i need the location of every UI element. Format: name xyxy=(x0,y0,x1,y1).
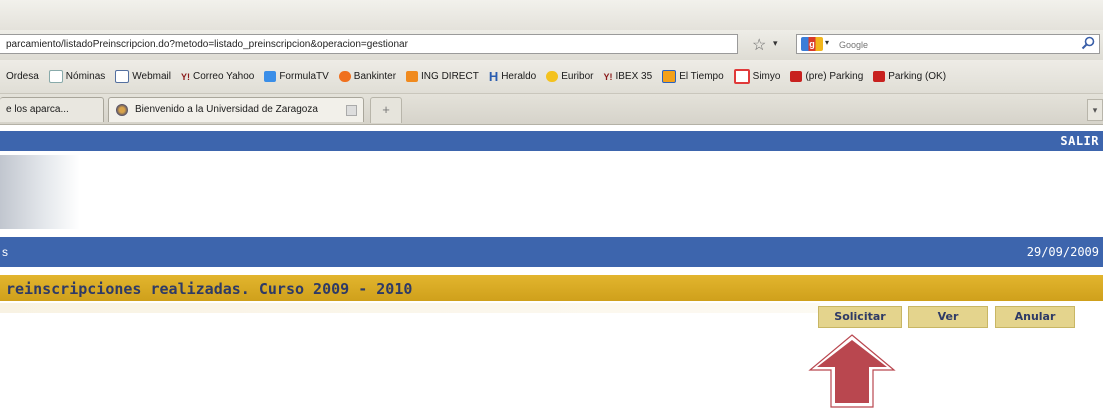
bookmark-star-icon[interactable]: ☆ xyxy=(752,35,766,55)
bookmark-pre-parking[interactable]: (pre) Parking xyxy=(790,71,863,82)
bookmark-label: Simyo xyxy=(752,71,781,82)
page-header-bar: SALIR xyxy=(0,131,1103,151)
bookmark-label: Parking (OK) xyxy=(888,71,947,82)
heraldo-icon: H xyxy=(488,69,499,84)
window-titlebar xyxy=(0,0,1103,30)
date-bar: s 29/09/2009 xyxy=(0,237,1103,267)
bookmark-label: (pre) Parking xyxy=(805,71,864,82)
site-banner xyxy=(0,151,1103,237)
bookmark-label: El Tiempo xyxy=(679,71,724,82)
parking-icon xyxy=(790,71,803,82)
arrow-up-icon xyxy=(808,334,896,408)
weather-icon xyxy=(662,70,677,83)
search-icon[interactable] xyxy=(1081,36,1095,50)
yahoo-icon: Y! xyxy=(603,71,613,82)
bookmark-label: ING DIRECT xyxy=(421,71,479,82)
bookmark-bankinter[interactable]: Bankinter xyxy=(338,71,397,82)
tab-universidad-zaragoza[interactable]: Bienvenido a la Universidad de Zaragoza xyxy=(108,97,364,122)
bookmark-formulatv[interactable]: FormulaTV xyxy=(264,71,329,82)
bookmark-el-tiempo[interactable]: El Tiempo xyxy=(662,70,724,83)
bookmark-label: Bankinter xyxy=(353,71,397,82)
current-date: 29/09/2009 xyxy=(1026,245,1099,259)
close-icon[interactable] xyxy=(346,105,357,116)
yahoo-icon: Y! xyxy=(180,71,190,82)
simyo-icon xyxy=(733,69,750,84)
university-logo xyxy=(0,155,80,229)
university-favicon-icon xyxy=(116,104,128,116)
bookmark-ing-direct[interactable]: ING DIRECT xyxy=(406,71,479,82)
tab-strip: e los aparca... Bienvenido a la Universi… xyxy=(0,94,1103,125)
bookmark-ibex35[interactable]: Y! IBEX 35 xyxy=(603,71,652,82)
section-title-bar: reinscripciones realizadas. Curso 2009 -… xyxy=(0,275,1103,301)
page-title: reinscripciones realizadas. Curso 2009 -… xyxy=(6,280,413,298)
euribor-icon xyxy=(546,71,559,82)
google-engine-icon[interactable]: g xyxy=(801,37,823,51)
bookmark-label: Webmail xyxy=(132,71,171,82)
bookmark-correo-yahoo[interactable]: Y! Correo Yahoo xyxy=(181,71,254,82)
tab-parking[interactable]: e los aparca... xyxy=(0,97,104,122)
parking-icon xyxy=(873,71,886,82)
bookmark-nominas[interactable]: Nóminas xyxy=(48,70,106,83)
ver-button[interactable]: Ver xyxy=(908,306,988,328)
tv-icon xyxy=(264,71,277,82)
solicitar-button[interactable]: Solicitar xyxy=(818,306,902,328)
new-tab-button[interactable]: + xyxy=(370,97,402,123)
table-header-row xyxy=(0,303,820,313)
tab-label: Bienvenido a la Universidad de Zaragoza xyxy=(135,104,318,115)
bookmark-label: Correo Yahoo xyxy=(192,71,255,82)
bookmark-label: Nóminas xyxy=(65,71,106,82)
chevron-down-icon[interactable]: ▾ xyxy=(773,38,778,49)
tab-list-button[interactable]: ▾ xyxy=(1087,99,1103,121)
mail-icon xyxy=(115,70,130,83)
navigation-toolbar: parcamiento/listadoPreinscripcion.do?met… xyxy=(0,30,1103,61)
chevron-down-icon[interactable]: ▾ xyxy=(825,38,829,47)
breadcrumb: s xyxy=(2,245,8,259)
bookmark-label: FormulaTV xyxy=(279,71,329,82)
bookmarks-toolbar: Ordesa Nóminas Webmail Y! Correo Yahoo Fo… xyxy=(0,60,1103,94)
address-bar[interactable]: parcamiento/listadoPreinscripcion.do?met… xyxy=(0,34,738,54)
bookmark-parking-ok[interactable]: Parking (OK) xyxy=(873,71,946,82)
bookmark-simyo[interactable]: Simyo xyxy=(733,69,781,84)
anular-button[interactable]: Anular xyxy=(995,306,1075,328)
bookmark-heraldo[interactable]: H Heraldo xyxy=(489,69,536,84)
bookmark-webmail[interactable]: Webmail xyxy=(115,70,171,83)
search-box[interactable]: g ▾ xyxy=(796,34,1100,55)
bookmark-label: Ordesa xyxy=(6,71,39,82)
bankinter-icon xyxy=(338,71,351,82)
bookmark-label: Heraldo xyxy=(501,71,537,82)
ing-icon xyxy=(406,71,419,82)
logout-link[interactable]: SALIR xyxy=(1060,131,1099,151)
bookmark-label: IBEX 35 xyxy=(615,71,653,82)
bookmark-euribor[interactable]: Euribor xyxy=(546,71,593,82)
page-icon xyxy=(48,70,63,83)
bookmark-ordesa[interactable]: Ordesa xyxy=(6,71,39,82)
search-input[interactable] xyxy=(837,35,1041,55)
tab-label: e los aparca... xyxy=(6,104,69,115)
bookmark-label: Euribor xyxy=(561,71,594,82)
